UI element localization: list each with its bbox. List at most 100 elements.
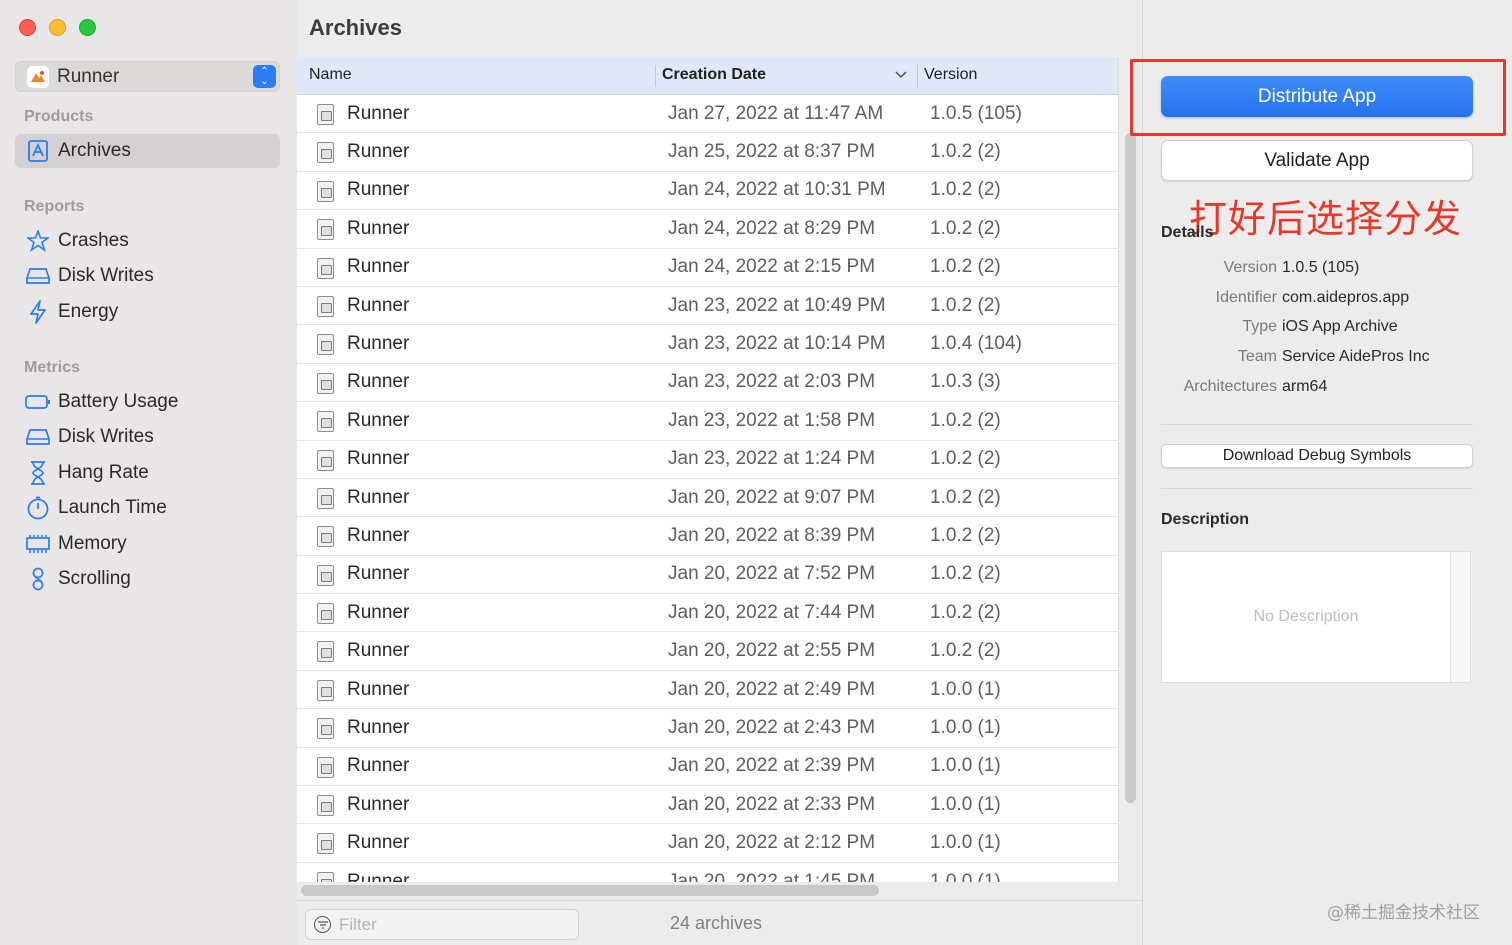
stopwatch-icon	[25, 496, 51, 520]
row-version: 1.0.2 (2)	[930, 179, 1001, 201]
row-version: 1.0.2 (2)	[930, 486, 1001, 508]
table-row[interactable]: Runner Jan 20, 2022 at 7:44 PM 1.0.2 (2)	[297, 594, 1118, 633]
details-panel: Distribute App Validate App 打好后选择分发 Deta…	[1130, 0, 1512, 945]
row-creation-date: Jan 20, 2022 at 7:44 PM	[668, 601, 876, 623]
column-header-creation-date[interactable]: Creation Date	[662, 66, 766, 84]
sidebar-item-label: Launch Time	[58, 497, 167, 518]
table-row[interactable]: Runner Jan 23, 2022 at 2:03 PM 1.0.3 (3)	[297, 364, 1118, 403]
table-row[interactable]: Runner Jan 20, 2022 at 7:52 PM 1.0.2 (2)	[297, 556, 1118, 595]
table-row[interactable]: Runner Jan 23, 2022 at 10:14 PM 1.0.4 (104…	[297, 325, 1118, 364]
detail-value: 1.0.5 (105)	[1282, 259, 1360, 276]
archive-file-icon	[317, 795, 334, 817]
table-row[interactable]: Runner Jan 27, 2022 at 11:47 AM 1.0.5 (105…	[297, 95, 1118, 134]
sidebar-item-launch-time[interactable]: Launch Time	[15, 491, 280, 525]
bottom-bar: 24 archives	[297, 900, 1142, 945]
sidebar-item-battery-usage[interactable]: Battery Usage	[15, 385, 280, 419]
row-version: 1.0.2 (2)	[930, 563, 1001, 585]
row-name: Runner	[347, 640, 410, 662]
row-creation-date: Jan 23, 2022 at 1:58 PM	[668, 409, 876, 431]
archives-table: Name Creation Date Version Runner Jan 27,…	[297, 57, 1119, 882]
sidebar-item-label: Disk Writes	[58, 265, 154, 286]
sidebar-item-scrolling[interactable]: Scrolling	[15, 562, 280, 596]
row-version: 1.0.5 (105)	[930, 102, 1022, 124]
memory-chip-icon	[25, 534, 51, 554]
table-row[interactable]: Runner Jan 20, 2022 at 2:12 PM 1.0.0 (1)	[297, 824, 1118, 863]
sidebar-item-label: Battery Usage	[58, 391, 179, 412]
table-row[interactable]: Runner Jan 20, 2022 at 2:39 PM 1.0.0 (1)	[297, 748, 1118, 787]
column-header-version[interactable]: Version	[924, 66, 977, 84]
description-textarea[interactable]: No Description	[1161, 551, 1471, 683]
archive-file-icon	[317, 603, 334, 625]
table-row[interactable]: Runner Jan 20, 2022 at 2:55 PM 1.0.2 (2)	[297, 632, 1118, 671]
table-row[interactable]: Runner Jan 20, 2022 at 2:43 PM 1.0.0 (1)	[297, 709, 1118, 748]
table-row[interactable]: Runner Jan 20, 2022 at 2:49 PM 1.0.0 (1)	[297, 671, 1118, 710]
archive-file-icon	[317, 718, 334, 740]
row-version: 1.0.0 (1)	[930, 716, 1001, 738]
vertical-scrollbar[interactable]	[1125, 133, 1136, 803]
horizontal-scrollbar[interactable]	[301, 885, 879, 896]
download-debug-symbols-button[interactable]: Download Debug Symbols	[1161, 444, 1473, 468]
row-creation-date: Jan 23, 2022 at 1:24 PM	[668, 448, 876, 470]
table-row[interactable]: Runner Jan 24, 2022 at 8:29 PM 1.0.2 (2)	[297, 210, 1118, 249]
disk-icon	[25, 428, 51, 446]
detail-value: com.aidepros.app	[1282, 289, 1410, 306]
row-creation-date: Jan 20, 2022 at 2:12 PM	[668, 832, 876, 854]
disk-icon	[25, 267, 51, 285]
archive-file-icon	[317, 142, 334, 164]
table-row[interactable]: Runner Jan 23, 2022 at 1:58 PM 1.0.2 (2)	[297, 402, 1118, 441]
row-creation-date: Jan 25, 2022 at 8:37 PM	[668, 141, 876, 163]
sidebar-item-disk-writes[interactable]: Disk Writes	[15, 259, 280, 293]
sidebar-item-hang-rate[interactable]: Hang Rate	[15, 456, 280, 490]
sidebar-item-crashes[interactable]: Crashes	[15, 224, 280, 258]
sidebar-item-energy[interactable]: Energy	[15, 295, 280, 329]
row-version: 1.0.2 (2)	[930, 524, 1001, 546]
table-row[interactable]: Runner Jan 20, 2022 at 2:33 PM 1.0.0 (1)	[297, 786, 1118, 825]
sidebar-item-label: Archives	[58, 140, 131, 161]
row-version: 1.0.2 (2)	[930, 601, 1001, 623]
filter-input[interactable]	[339, 914, 559, 935]
app-stepper[interactable]: ⌃ ⌄	[253, 65, 276, 88]
sidebar-item-memory[interactable]: Memory	[15, 527, 280, 561]
table-row[interactable]: Runner Jan 24, 2022 at 2:15 PM 1.0.2 (2)	[297, 249, 1118, 287]
bolt-icon	[25, 300, 51, 324]
app-selector[interactable]: Runner ⌃ ⌄	[15, 61, 280, 92]
row-version: 1.0.2 (2)	[930, 141, 1001, 163]
sidebar-item-label: Scrolling	[58, 568, 131, 589]
validate-app-button[interactable]: Validate App	[1161, 140, 1473, 181]
table-row[interactable]: Runner Jan 20, 2022 at 9:07 PM 1.0.2 (2)	[297, 479, 1118, 518]
filter-field[interactable]	[305, 909, 579, 940]
sidebar-item-archives[interactable]: Archives	[15, 134, 280, 168]
row-name: Runner	[347, 409, 410, 431]
archive-file-icon	[317, 219, 334, 241]
row-creation-date: Jan 20, 2022 at 2:43 PM	[668, 716, 876, 738]
row-creation-date: Jan 20, 2022 at 7:52 PM	[668, 563, 876, 585]
detail-value: iOS App Archive	[1282, 318, 1398, 335]
table-row[interactable]: Runner Jan 23, 2022 at 10:49 PM 1.0.2 (2)	[297, 287, 1118, 326]
distribute-app-button[interactable]: Distribute App	[1161, 76, 1473, 117]
table-row[interactable]: Runner Jan 23, 2022 at 1:24 PM 1.0.2 (2)	[297, 441, 1118, 479]
row-name: Runner	[347, 870, 410, 883]
minimize-window-button[interactable]	[49, 19, 66, 36]
row-creation-date: Jan 27, 2022 at 11:47 AM	[668, 102, 884, 124]
row-name: Runner	[347, 256, 410, 278]
sidebar-item-disk-writes-metric[interactable]: Disk Writes	[15, 420, 280, 454]
table-row[interactable]: Runner Jan 24, 2022 at 10:31 PM 1.0.2 (2)	[297, 172, 1118, 211]
row-creation-date: Jan 20, 2022 at 2:49 PM	[668, 678, 876, 700]
description-scrollbar[interactable]	[1450, 552, 1470, 682]
detail-row: Team Service AidePros Inc	[1143, 348, 1512, 370]
archive-icon	[25, 140, 51, 162]
archive-file-icon	[317, 756, 334, 778]
column-header-name[interactable]: Name	[309, 66, 352, 84]
archive-file-icon	[317, 180, 334, 202]
row-creation-date: Jan 20, 2022 at 2:55 PM	[668, 640, 876, 662]
chevron-up-icon: ⌃	[260, 65, 269, 77]
detail-value: Service AidePros Inc	[1282, 348, 1430, 365]
details-heading: Details	[1161, 224, 1214, 241]
table-row[interactable]: Runner Jan 20, 2022 at 1:45 PM 1.0.0 (1)	[297, 863, 1118, 882]
close-window-button[interactable]	[19, 19, 36, 36]
row-name: Runner	[347, 294, 410, 316]
detail-row: Identifier com.aidepros.app	[1143, 289, 1512, 311]
zoom-window-button[interactable]	[79, 19, 96, 36]
table-row[interactable]: Runner Jan 25, 2022 at 8:37 PM 1.0.2 (2)	[297, 133, 1118, 172]
table-row[interactable]: Runner Jan 20, 2022 at 8:39 PM 1.0.2 (2)	[297, 517, 1118, 556]
